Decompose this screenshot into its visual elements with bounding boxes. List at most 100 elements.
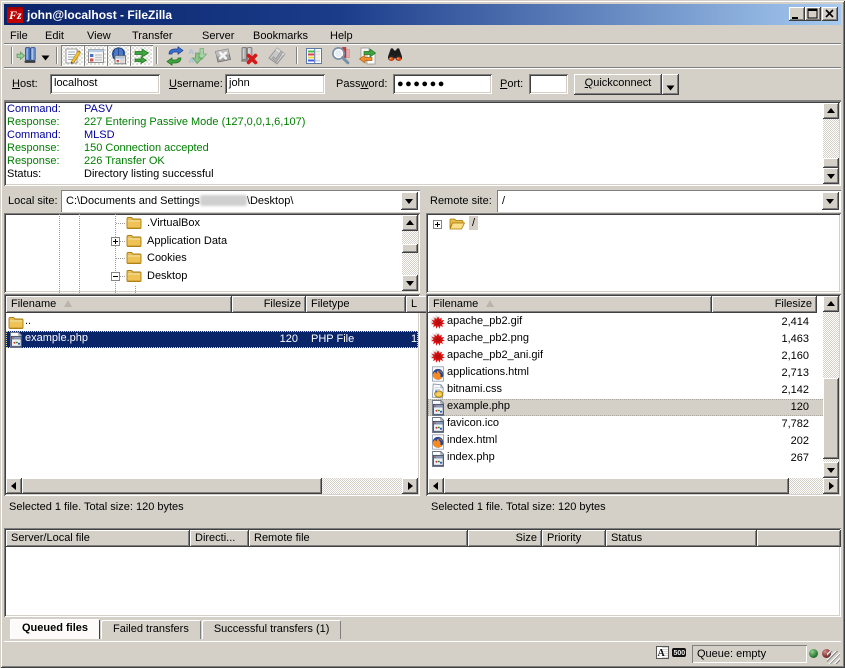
site-manager-dropdown-icon[interactable] [41,52,50,58]
file-row[interactable]: index.php267 [428,450,839,467]
scrollbar-thumb[interactable] [444,478,789,494]
refresh-button[interactable] [165,46,185,66]
scroll-down-button[interactable] [823,462,839,478]
local-list-hscrollbar[interactable] [6,478,418,494]
queue-column-status[interactable]: Status [606,530,757,547]
local-site-combo-arrow[interactable] [401,192,418,210]
disconnect-button[interactable] [239,46,259,66]
file-row[interactable]: .. [6,314,418,331]
process-queue-button[interactable]: AA [188,46,208,66]
local-tree-item[interactable]: .VirtualBox [4,215,420,232]
remote-tree-item[interactable]: / [426,216,841,233]
scroll-right-button[interactable] [402,478,418,494]
directory-filters-button[interactable] [304,46,324,66]
file-row[interactable]: apache_pb2.gif2,414 [428,314,839,331]
remote-site-combo-arrow[interactable] [822,192,839,210]
port-input[interactable] [529,74,568,94]
tree-item-label: .VirtualBox [145,216,202,230]
folder-icon [126,250,142,266]
toggle-message-log-button[interactable] [61,45,84,66]
column-header-filetype[interactable]: Filetype [306,296,406,313]
tab-successful-transfers-1-[interactable]: Successful transfers (1) [202,620,342,639]
local-tree-scrollbar[interactable] [402,215,418,291]
scrollbar-thumb[interactable] [22,478,322,494]
toggle-remote-tree-button[interactable] [107,45,130,66]
reconnect-button[interactable] [267,46,287,66]
log-text: Directory listing successful [84,168,214,180]
file-row[interactable]: index.html202 [428,433,839,450]
queue-column-server-local-file[interactable]: Server/Local file [6,530,190,547]
file-row[interactable]: example.php120 [428,399,839,416]
resize-grip[interactable] [827,651,840,664]
menu-file[interactable]: File [10,28,28,44]
remote-list-vscrollbar[interactable] [823,296,839,478]
menu-server[interactable]: Server [202,28,234,44]
scrollbar-thumb[interactable] [402,244,418,253]
scrollbar-track[interactable] [402,231,418,275]
menu-help[interactable]: Help [330,28,353,44]
toggle-queue-button[interactable] [130,45,153,66]
remote-status-text: Selected 1 file. Total size: 120 bytes [426,497,841,517]
queue-column-priority[interactable]: Priority [542,530,606,547]
file-row[interactable]: apache_pb2_ani.gif2,160 [428,348,839,365]
menu-bookmarks[interactable]: Bookmarks [253,28,308,44]
tree-expander-plus-icon[interactable] [111,237,120,246]
tree-expander-minus-icon[interactable] [111,272,120,281]
remote-site-combo[interactable]: / [497,190,841,212]
scroll-up-button[interactable] [823,103,839,119]
local-tree-item[interactable]: Cookies [4,250,420,267]
file-row[interactable]: applications.html2,713 [428,365,839,382]
minimize-button[interactable] [789,7,805,21]
scroll-up-button[interactable] [823,296,839,312]
menu-edit[interactable]: Edit [45,28,64,44]
host-input[interactable]: localhost [50,74,160,94]
tree-expander-plus-icon[interactable] [433,220,442,229]
password-input[interactable]: ●●●●●● [393,74,492,94]
find-files-button[interactable] [385,46,405,66]
php-file-icon [430,400,446,416]
queue-column-blank[interactable] [757,530,841,547]
local-tree-item[interactable]: Application Data [4,233,420,250]
svg-text:500: 500 [674,650,686,657]
local-tree-item[interactable]: Desktop [4,268,420,285]
tab-queued-files[interactable]: Queued files [10,619,100,639]
scroll-left-button[interactable] [428,478,444,494]
column-header-filename[interactable]: Filename [6,296,232,313]
scrollbar-thumb[interactable] [823,378,839,459]
scroll-right-button[interactable] [823,478,839,494]
maximize-button[interactable] [805,7,821,21]
quickconnect-button[interactable]: Quickconnect [574,74,662,95]
scroll-up-button[interactable] [402,215,418,231]
queue-tabs: Queued filesFailed transfersSuccessful t… [4,619,841,639]
toggle-local-tree-button[interactable] [84,45,107,66]
column-header-filesize[interactable]: Filesize [712,296,817,313]
scroll-left-button[interactable] [6,478,22,494]
file-row[interactable]: apache_pb2.png1,463 [428,331,839,348]
column-header-filesize[interactable]: Filesize [232,296,306,313]
file-row[interactable]: example.php120PHP File1 [6,331,418,348]
local-site-combo[interactable]: C:\Documents and Settings\Desktop\ [61,190,420,212]
username-input[interactable]: john [225,74,325,94]
scrollbar-thumb[interactable] [823,158,839,168]
menu-transfer[interactable]: Transfer [132,28,173,44]
quickconnect-dropdown-button[interactable] [662,74,679,95]
synchronized-browsing-button[interactable] [358,46,378,66]
column-header-filename[interactable]: Filename [428,296,712,313]
log-vertical-scrollbar[interactable] [823,103,839,184]
cancel-operation-button[interactable] [213,46,233,66]
file-row[interactable]: favicon.ico7,782 [428,416,839,433]
directory-comparison-button[interactable] [331,46,351,66]
remote-list-hscrollbar[interactable] [428,478,839,494]
queue-column-size[interactable]: Size [468,530,542,547]
site-manager-button[interactable] [16,46,36,66]
scroll-down-button[interactable] [402,275,418,291]
queue-column-remote-file[interactable]: Remote file [249,530,468,547]
scroll-down-button[interactable] [823,168,839,184]
queue-column-directi-[interactable]: Directi... [190,530,249,547]
tab-failed-transfers[interactable]: Failed transfers [101,620,201,639]
scroll-left-icon [6,478,22,494]
file-row[interactable]: bitnami.css2,142 [428,382,839,399]
close-button[interactable] [822,7,838,21]
php-file-icon [430,451,446,467]
menu-view[interactable]: View [87,28,111,44]
